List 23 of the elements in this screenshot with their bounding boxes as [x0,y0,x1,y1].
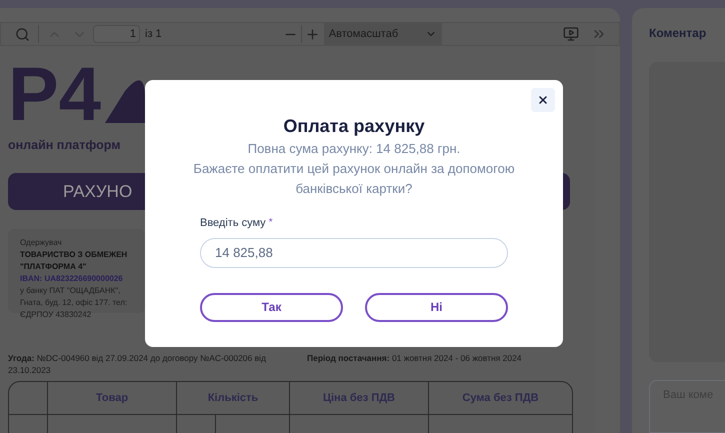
supply-period: Період постачання: 01 жовтня 2024 - 06 жовтня 2024 [307,352,522,365]
no-button[interactable]: Ні [365,292,508,322]
agreement-text: Угода: №DC-004960 від 27.09.2024 до договору №AC-000206 від 23.10.2023 [8,352,267,376]
recipient-label: Одержувач [20,236,63,249]
recipient-line: ТОВАРИСТВО З ОБМЕЖЕН [20,248,128,261]
dialog-title: Оплата рахунку [283,115,425,138]
recipient-line: Гната, буд. 12, офіс 177. тел: [20,296,128,309]
required-mark: * [268,216,273,230]
recipient-line: "ПЛАТФОРМА 4" [20,260,88,273]
amount-field[interactable]: 14 825,88 [200,238,508,268]
yes-button[interactable]: Так [200,292,343,322]
amount-label: Введіть суму [200,216,266,231]
recipient-line: ЄДРПОУ 43830242 [20,308,92,321]
presentation-icon[interactable] [562,26,579,42]
recipient-line: у банку ПАТ "ОЩАДБАНК", [20,284,122,297]
logo-tagline: онлайн платформ [8,137,120,154]
comments-title: Коментар [649,25,708,42]
search-icon[interactable] [15,26,30,42]
page-count: із 1 [145,26,162,42]
close-button[interactable] [531,88,555,112]
close-icon [537,94,549,106]
zoom-in-icon[interactable] [304,26,320,42]
logo: P4 [8,57,101,133]
